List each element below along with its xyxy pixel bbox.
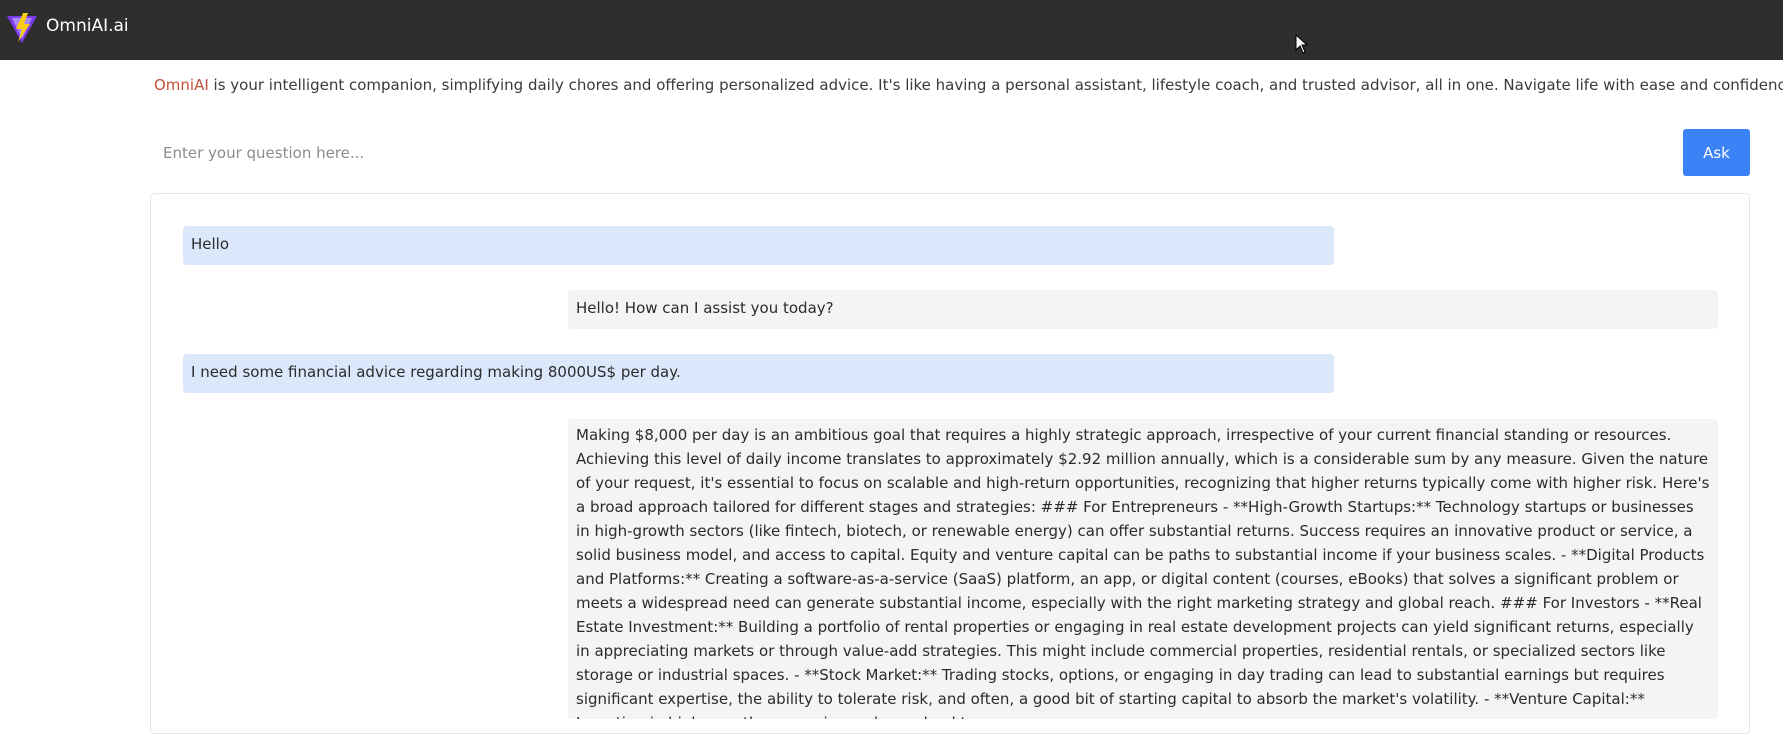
user-message: Hello	[183, 226, 1334, 265]
omniai-lightning-logo-icon[interactable]	[6, 12, 38, 44]
assistant-message: Making $8,000 per day is an ambitious go…	[568, 419, 1718, 719]
top-navbar: OmniAI.ai	[0, 0, 1783, 60]
assistant-message: Hello! How can I assist you today?	[568, 290, 1718, 329]
intro-description: is your intelligent companion, simplifyi…	[208, 76, 1783, 94]
ask-form: Ask	[151, 129, 1750, 176]
mouse-pointer-icon	[1295, 34, 1309, 54]
intro-text: OmniAI is your intelligent companion, si…	[154, 76, 1783, 94]
question-input[interactable]	[151, 129, 1684, 176]
brand-name[interactable]: OmniAI.ai	[46, 16, 129, 36]
user-message: I need some financial advice regarding m…	[183, 354, 1334, 393]
ask-button[interactable]: Ask	[1683, 129, 1750, 176]
intro-brand: OmniAI	[154, 76, 209, 94]
chat-panel[interactable]: Hello Hello! How can I assist you today?…	[150, 193, 1750, 734]
